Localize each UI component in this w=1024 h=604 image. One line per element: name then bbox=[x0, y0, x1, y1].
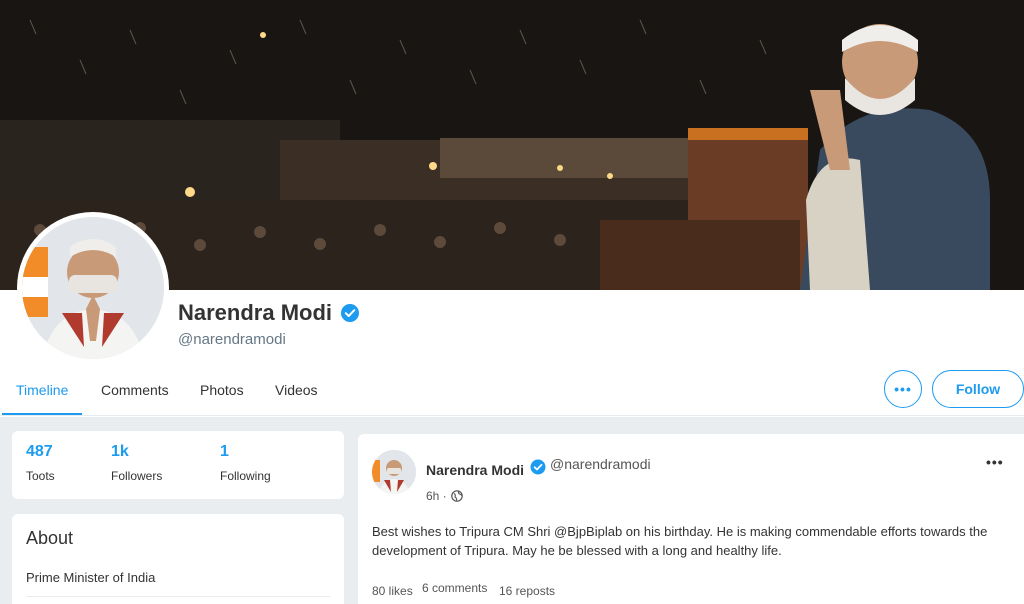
post-verified-badge-icon bbox=[530, 459, 546, 475]
post-text: Best wishes to Tripura CM Shri @BjpBipla… bbox=[372, 524, 988, 558]
stat-following[interactable]: 1 Following bbox=[220, 443, 271, 483]
about-bio: Prime Minister of India bbox=[26, 570, 156, 585]
stat-toots-value: 487 bbox=[26, 443, 53, 460]
post-author-avatar-image bbox=[372, 450, 416, 494]
post-card: Narendra Modi @narendramodi 6h · ••• Bes… bbox=[358, 434, 1024, 604]
tab-comments[interactable]: Comments bbox=[101, 382, 169, 398]
post-comments[interactable]: 6 comments bbox=[422, 581, 487, 595]
profile-name: Narendra Modi bbox=[178, 300, 360, 326]
post-reposts[interactable]: 16 reposts bbox=[499, 584, 555, 598]
globe-icon bbox=[450, 490, 463, 502]
post-menu-button[interactable]: ••• bbox=[986, 454, 1004, 470]
post-author-avatar[interactable] bbox=[372, 450, 416, 494]
stat-followers-label: Followers bbox=[111, 469, 163, 483]
stat-followers-value: 1k bbox=[111, 443, 129, 460]
tab-timeline[interactable]: Timeline bbox=[16, 382, 68, 398]
about-title: About bbox=[26, 528, 74, 548]
tab-photos[interactable]: Photos bbox=[200, 382, 244, 398]
stat-following-label: Following bbox=[220, 469, 271, 483]
verified-badge-icon bbox=[341, 304, 360, 322]
post-time-text: 6h · bbox=[426, 489, 447, 503]
profile-name-text: Narendra Modi bbox=[178, 300, 333, 325]
about-card: About Prime Minister of India bbox=[12, 514, 344, 604]
profile-avatar[interactable] bbox=[17, 212, 169, 364]
stats-card: 487 Toots 1k Followers 1 Following bbox=[12, 431, 344, 499]
profile-tabs: Timeline Comments Photos Videos bbox=[0, 368, 1024, 416]
stat-toots-label: Toots bbox=[26, 469, 55, 483]
profile-handle: @narendramodi bbox=[178, 331, 286, 348]
post-author-name[interactable]: Narendra Modi bbox=[426, 462, 524, 478]
post-likes[interactable]: 80 likes bbox=[372, 584, 413, 598]
post-timestamp: 6h · bbox=[426, 489, 463, 503]
tab-videos[interactable]: Videos bbox=[275, 382, 318, 398]
active-tab-indicator bbox=[2, 413, 82, 415]
stat-toots[interactable]: 487 Toots bbox=[26, 443, 55, 483]
stat-following-value: 1 bbox=[220, 443, 229, 460]
stat-followers[interactable]: 1k Followers bbox=[111, 443, 162, 483]
follow-button[interactable]: Follow bbox=[932, 370, 1024, 408]
about-divider bbox=[26, 596, 330, 597]
more-options-button[interactable]: ••• bbox=[884, 370, 922, 408]
profile-avatar-image bbox=[22, 217, 164, 359]
post-author-handle[interactable]: @narendramodi bbox=[550, 456, 651, 472]
